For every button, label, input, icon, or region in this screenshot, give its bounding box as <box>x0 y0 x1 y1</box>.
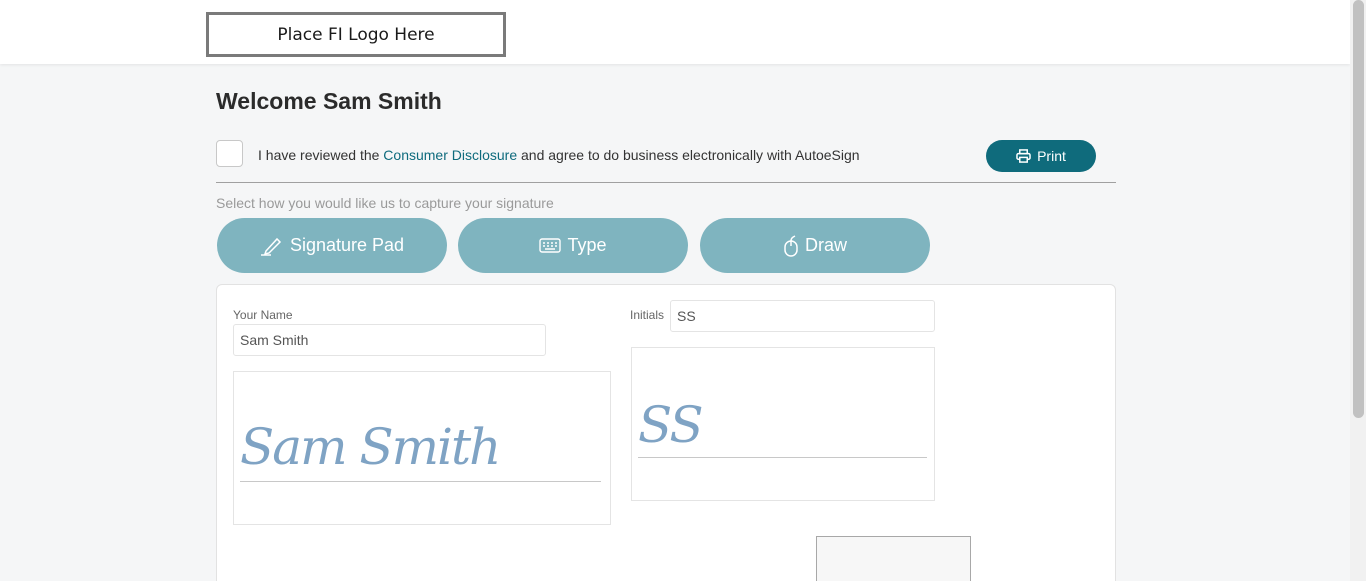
vertical-scrollbar[interactable] <box>1350 0 1366 581</box>
signature-baseline <box>240 481 601 482</box>
action-box[interactable] <box>816 536 971 581</box>
print-button[interactable]: Print <box>986 140 1096 172</box>
signature-preview: Sam Smith <box>240 418 501 476</box>
initials-baseline <box>638 457 927 458</box>
initials-label: Initials <box>630 308 665 322</box>
signature-pad-button[interactable]: Signature Pad <box>217 218 447 273</box>
print-label: Print <box>1037 148 1066 164</box>
agreement-suffix: and agree to do business electronically … <box>517 147 860 163</box>
agreement-prefix: I have reviewed the <box>258 147 384 163</box>
keyboard-icon <box>539 238 562 253</box>
type-label: Type <box>567 235 607 255</box>
initials-input[interactable]: SS <box>670 300 935 332</box>
logo-placeholder: Place FI Logo Here <box>206 12 506 57</box>
name-label: Your Name <box>233 308 293 322</box>
draw-label: Draw <box>804 235 847 255</box>
logo-text: Place FI Logo Here <box>277 24 435 45</box>
type-button[interactable]: Type <box>458 218 688 273</box>
agree-checkbox[interactable] <box>216 140 243 167</box>
draw-button[interactable]: Draw <box>700 218 930 273</box>
capture-prompt: Select how you would like us to capture … <box>216 195 554 211</box>
agreement-text: I have reviewed the Consumer Disclosure … <box>258 147 860 163</box>
consumer-disclosure-link[interactable]: Consumer Disclosure <box>383 147 517 163</box>
pen-icon <box>260 237 282 256</box>
section-divider <box>216 182 1116 183</box>
scrollbar-thumb[interactable] <box>1353 0 1364 418</box>
printer-icon <box>1016 149 1031 163</box>
header-bar: Place FI Logo Here <box>0 0 1350 64</box>
signature-pad-label: Signature Pad <box>289 235 405 255</box>
welcome-heading: Welcome Sam Smith <box>216 88 442 114</box>
initials-signature-preview: SS <box>638 396 704 454</box>
mouse-icon <box>784 234 798 257</box>
name-input[interactable]: Sam Smith <box>233 324 546 356</box>
